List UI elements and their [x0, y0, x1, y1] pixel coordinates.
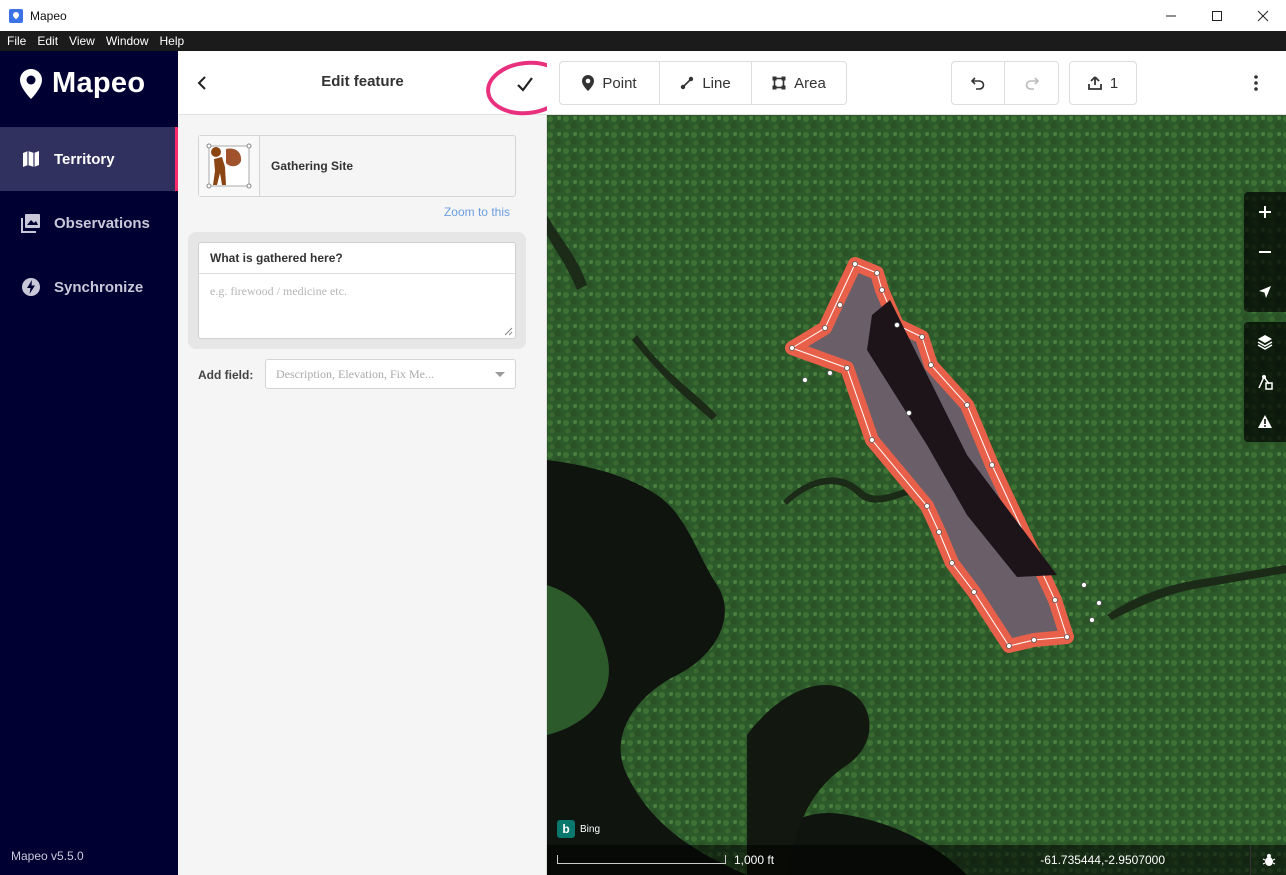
redo-icon [1025, 77, 1039, 90]
map-icon [21, 149, 41, 169]
add-field-dropdown[interactable]: Description, Elevation, Fix Me... [265, 359, 516, 389]
map-footer: 1,000 ft -61.735444,-2.9507000 [547, 845, 1286, 875]
warning-icon [1258, 415, 1272, 428]
upload-group: 1 [1069, 61, 1137, 105]
sidebar-item-label: Territory [54, 150, 115, 168]
photos-icon [21, 213, 41, 233]
map-attribution[interactable]: b Bing [557, 820, 600, 838]
lightning-icon [21, 277, 41, 297]
undo-icon [971, 77, 985, 90]
sidebar-item-label: Observations [54, 214, 150, 232]
draw-mode-group: Point Line Area [559, 61, 847, 105]
zoom-out-button[interactable] [1244, 232, 1286, 272]
resize-handle-icon[interactable] [504, 327, 513, 336]
issues-button[interactable] [1244, 402, 1286, 442]
save-check-button[interactable] [510, 70, 540, 98]
minimize-button[interactable] [1148, 0, 1194, 31]
preset-label: Gathering Site [271, 159, 354, 173]
scale-label: 1,000 ft [734, 853, 775, 867]
zoom-to-this-link[interactable]: Zoom to this [444, 205, 510, 219]
window-titlebar: Mapeo [0, 0, 1286, 31]
layers-icon [1257, 335, 1273, 350]
redo-button[interactable] [1005, 62, 1058, 104]
plus-icon [1259, 206, 1271, 218]
point-label: Point [602, 74, 637, 92]
line-button[interactable]: Line [660, 62, 752, 104]
menu-view[interactable]: View [62, 34, 99, 48]
map-tools-controls [1244, 322, 1286, 442]
zoom-in-button[interactable] [1244, 192, 1286, 232]
add-field-label: Add field: [198, 368, 254, 382]
map-pin-icon [20, 68, 42, 99]
zoom-controls [1244, 192, 1286, 312]
attribution-text: Bing [580, 823, 601, 835]
menu-file[interactable]: File [0, 34, 30, 48]
app-logo: Mapeo [20, 67, 145, 100]
history-group [951, 61, 1059, 105]
scale-bar [557, 855, 726, 864]
sidebar-item-observations[interactable]: Observations [0, 191, 178, 255]
measurement-button[interactable] [1244, 362, 1286, 402]
gathered-input[interactable] [199, 274, 515, 338]
field-label: What is gathered here? [199, 243, 515, 274]
field-group: What is gathered here? [188, 232, 526, 349]
gathered-field: What is gathered here? [198, 242, 516, 339]
chevron-down-icon [495, 372, 505, 377]
preset-selector[interactable]: Gathering Site [198, 135, 516, 197]
add-field-placeholder: Description, Elevation, Fix Me... [276, 366, 434, 381]
bing-logo-icon: b [557, 820, 575, 838]
logo-text: Mapeo [52, 67, 146, 99]
panel-header: Edit feature [178, 51, 568, 116]
sidebar-item-territory[interactable]: Territory [0, 127, 178, 191]
menu-window[interactable]: Window [99, 34, 153, 48]
undo-button[interactable] [952, 62, 1005, 104]
upload-icon [1087, 76, 1102, 90]
navigation-arrow-icon [1259, 286, 1271, 298]
panel-title: Edit feature [321, 73, 404, 90]
map-toolbar: Point Line Area 1 [547, 51, 1286, 115]
bug-icon [1262, 854, 1275, 866]
line-icon [680, 76, 694, 90]
upload-button[interactable]: 1 [1070, 62, 1136, 104]
locate-button[interactable] [1244, 272, 1286, 312]
map-view[interactable]: b Bing 1,000 ft -61.735444,-2.9507000 [547, 115, 1286, 875]
minimize-icon [1166, 15, 1176, 16]
area-label: Area [794, 74, 826, 92]
line-label: Line [702, 74, 731, 92]
measure-icon [1258, 375, 1273, 390]
maximize-button[interactable] [1194, 0, 1240, 31]
layers-button[interactable] [1244, 322, 1286, 362]
area-button[interactable]: Area [752, 62, 846, 104]
report-bug-button[interactable] [1250, 845, 1286, 875]
app-icon [9, 8, 23, 23]
menu-bar: File Edit View Window Help [0, 31, 1286, 51]
satellite-imagery [547, 115, 1286, 875]
more-menu-button[interactable] [1246, 73, 1266, 93]
close-icon [1257, 10, 1269, 21]
window-title: Mapeo [30, 8, 67, 23]
point-button[interactable]: Point [560, 62, 660, 104]
more-vertical-icon [1254, 75, 1258, 91]
sidebar-item-label: Synchronize [54, 278, 144, 296]
edit-feature-panel: Edit feature Gathering Site Zoom to this… [178, 51, 568, 875]
menu-help[interactable]: Help [153, 34, 189, 48]
sidebar-item-synchronize[interactable]: Synchronize [0, 255, 178, 319]
checkmark-icon [517, 77, 533, 92]
sidebar: Mapeo Territory Observations Synchronize… [0, 51, 178, 875]
coordinates-readout: -61.735444,-2.9507000 [1040, 853, 1165, 867]
area-icon [772, 76, 786, 90]
upload-count: 1 [1109, 74, 1119, 92]
close-button[interactable] [1240, 0, 1286, 31]
menu-edit[interactable]: Edit [30, 34, 62, 48]
version-label: Mapeo v5.5.0 [11, 849, 84, 863]
point-icon [582, 75, 595, 91]
maximize-icon [1212, 10, 1222, 21]
gathering-site-icon [199, 136, 260, 196]
minus-icon [1259, 251, 1271, 253]
